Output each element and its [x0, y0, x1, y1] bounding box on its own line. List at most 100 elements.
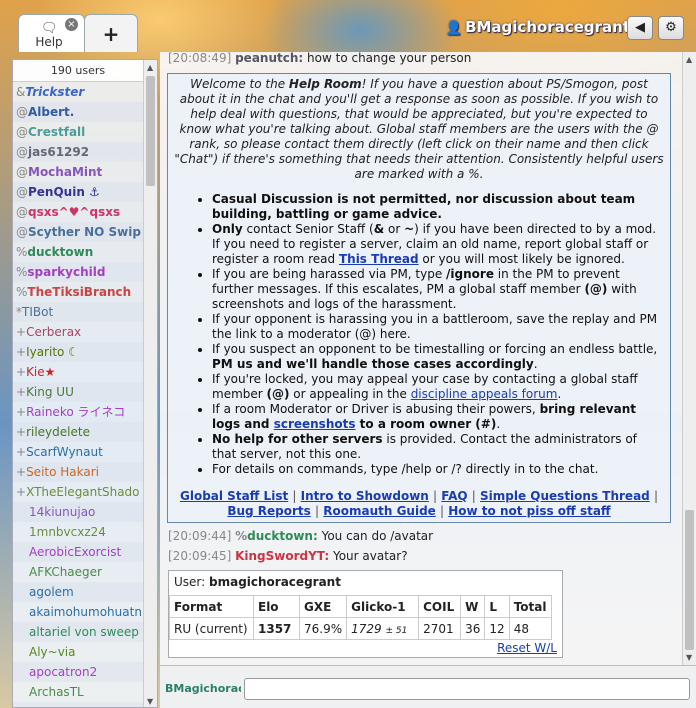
user-name: ArchasTL	[29, 685, 84, 699]
chat-bubble-icon: 🗨	[41, 21, 58, 36]
user-list-item[interactable]: Aly~via	[13, 642, 143, 662]
scroll-up-icon[interactable]: ▲	[147, 63, 153, 72]
chat-username[interactable]: %ducktown:	[235, 529, 318, 543]
scrollbar-thumb[interactable]	[146, 76, 155, 186]
user-name: Crestfall	[28, 125, 86, 139]
user-list-item[interactable]: apocatron2	[13, 662, 143, 682]
user-list-item[interactable]: @jas61292	[13, 142, 143, 162]
resource-links: Global Staff List | Intro to Showdown | …	[180, 489, 658, 518]
user-list-item[interactable]: AFKChaeger	[13, 562, 143, 582]
chat-input[interactable]	[244, 678, 690, 700]
user-list-item[interactable]: @Crestfall	[13, 122, 143, 142]
stats-user: User: bmagichoracegrant	[174, 575, 341, 589]
user-list-item[interactable]: agolem	[13, 582, 143, 602]
user-list-item[interactable]: @Albert.	[13, 102, 143, 122]
user-list: 190 users &Trickster @Albert. @Crestfall @j…	[12, 59, 158, 708]
timestamp: [20:09:45]	[168, 549, 232, 563]
options-button[interactable]: ⚙	[658, 16, 684, 40]
user-list-item[interactable]: *TIBot	[13, 302, 143, 322]
user-rank: %	[16, 285, 28, 299]
user-list-item[interactable]: %TheTiksiBranch	[13, 282, 143, 302]
chat-username[interactable]: peanutch:	[235, 52, 303, 65]
user-rank: @	[16, 105, 28, 119]
user-list-scrollbar[interactable]: ▲ ▼	[143, 60, 157, 707]
timestamp: [20:09:44]	[168, 529, 232, 543]
table-header-row: Format Elo GXE Glicko-1 COIL W L Total	[169, 595, 552, 618]
user-list-item[interactable]: +Iyarito ☾	[13, 342, 143, 362]
user-rank: +	[16, 325, 27, 339]
staff-etiquette-link[interactable]: How to not piss off staff	[448, 504, 610, 518]
user-list-item[interactable]: @qsxs^♥^qsxs	[13, 202, 143, 222]
user-rank: +	[16, 405, 27, 419]
screenshots-link[interactable]: screenshots	[274, 417, 356, 431]
scroll-down-icon[interactable]: ▼	[147, 697, 153, 706]
user-list-item[interactable]: +rileydelete	[13, 422, 143, 442]
discipline-appeals-link[interactable]: discipline appeals forum	[411, 387, 558, 401]
user-rank: +	[16, 345, 27, 359]
chat-message: [20:08:49] peanutch: how to change your …	[168, 52, 471, 65]
user-rank: +	[16, 385, 27, 399]
user-name: sparkychild	[27, 265, 106, 279]
user-list-item[interactable]: +Seito Hakari	[13, 462, 143, 482]
user-rank: %	[16, 265, 28, 279]
user-name: 1mnbvcxz24	[29, 525, 106, 539]
simple-questions-link[interactable]: Simple Questions Thread	[480, 489, 650, 503]
user-name: Cerberax	[26, 325, 82, 339]
user-list-item[interactable]: &Trickster	[13, 82, 143, 102]
user-list-item[interactable]: AerobicExorcist	[13, 542, 143, 562]
user-name: jas61292	[28, 145, 90, 159]
tab-help-label: Help	[35, 35, 63, 49]
user-list-item[interactable]: %sparkychild	[13, 262, 143, 282]
user-list-item[interactable]: 1mnbvcxz24	[13, 522, 143, 542]
user-list-item[interactable]: +Cerberax	[13, 322, 143, 342]
message-text: how to change your person	[307, 52, 472, 65]
user-name: apocatron2	[29, 665, 98, 679]
user-list-item[interactable]: +Raineko ライネコ	[13, 402, 143, 422]
close-icon[interactable]: ×	[65, 18, 78, 31]
rule-item: If a room Moderator or Driver is abusing…	[212, 402, 664, 432]
user-name: rileydelete	[26, 425, 90, 439]
tab-help[interactable]: 🗨 × Help	[18, 14, 85, 52]
user-list-item[interactable]: 14kiunujao	[13, 502, 143, 522]
global-staff-list-link[interactable]: Global Staff List	[180, 489, 288, 503]
user-menu[interactable]: 👤 BMagichoracegrant	[446, 18, 630, 36]
scroll-down-icon[interactable]: ▼	[686, 653, 692, 662]
reset-wl-link[interactable]: Reset W/L	[497, 641, 557, 655]
bug-reports-link[interactable]: Bug Reports	[227, 504, 310, 518]
user-list-item[interactable]: Arunum1	[13, 702, 143, 707]
timestamp: [20:08:49]	[168, 52, 232, 65]
gear-icon: ⚙	[665, 20, 677, 35]
chat-username[interactable]: KingSwordYT:	[235, 549, 329, 563]
scroll-up-icon[interactable]: ▲	[686, 55, 692, 64]
roomauth-guide-link[interactable]: Roomauth Guide	[323, 504, 436, 518]
intro-to-showdown-link[interactable]: Intro to Showdown	[301, 489, 429, 503]
user-list-item[interactable]: altariel von sweep	[13, 622, 143, 642]
new-tab-button[interactable]: +	[84, 14, 138, 52]
rule-item: Only contact Senior Staff (& or ~) if yo…	[212, 222, 664, 267]
faq-link[interactable]: FAQ	[441, 489, 467, 503]
input-nickname[interactable]: BMagichorac	[165, 682, 241, 695]
user-list-item[interactable]: @Scyther NO Swip	[13, 222, 143, 242]
user-list-item[interactable]: +King UU	[13, 382, 143, 402]
sound-button[interactable]: ◀	[627, 16, 653, 40]
user-list-item[interactable]: %ducktown	[13, 242, 143, 262]
scrollbar-thumb[interactable]	[685, 510, 694, 650]
user-name: qsxs^♥^qsxs	[28, 205, 121, 219]
rule-item: If your opponent is harassing you in a b…	[212, 312, 664, 342]
user-name: TIBot	[22, 305, 54, 319]
user-count: 190 users	[13, 60, 157, 82]
user-list-item[interactable]: @MochaMint	[13, 162, 143, 182]
user-list-item[interactable]: +Kie★	[13, 362, 143, 382]
user-list-item[interactable]: @PenQuin ⚓	[13, 182, 143, 202]
this-thread-link[interactable]: This Thread	[339, 252, 419, 266]
user-name: akaimohumohuatn	[29, 605, 142, 619]
rule-item: If you are being harassed via PM, type /…	[212, 267, 664, 312]
user-list-item[interactable]: ArchasTL	[13, 682, 143, 702]
user-list-item[interactable]: akaimohumohuatn	[13, 602, 143, 622]
user-list-item[interactable]: +ScarfWynaut	[13, 442, 143, 462]
rule-item: Casual Discussion is not permitted, nor …	[212, 192, 664, 222]
user-name: ScarfWynaut	[26, 445, 103, 459]
chat-scrollbar[interactable]: ▲ ▼	[682, 52, 696, 665]
user-rank: +	[16, 445, 27, 459]
user-list-item[interactable]: +XTheElegantShado	[13, 482, 143, 502]
